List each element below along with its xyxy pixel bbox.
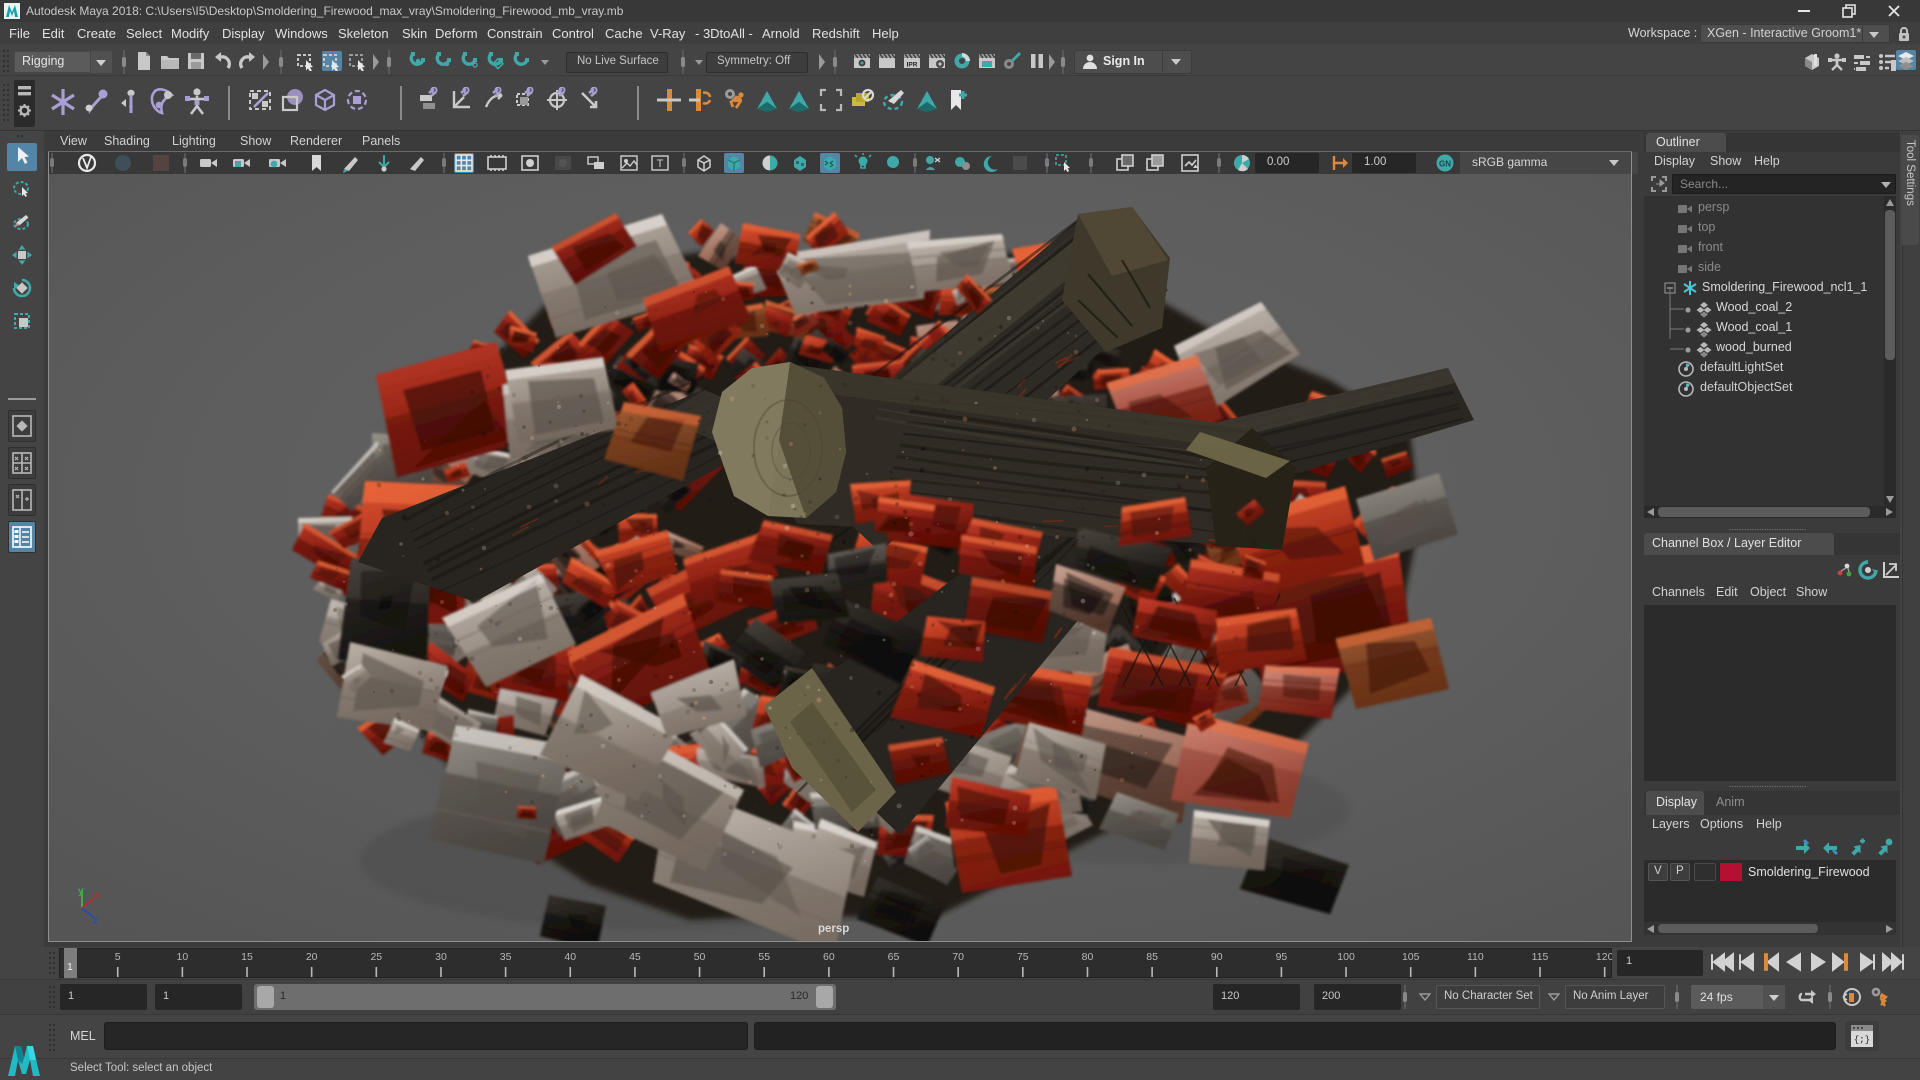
svg-text:105: 105 bbox=[1402, 951, 1420, 963]
svg-text:95: 95 bbox=[1276, 951, 1288, 963]
svg-text:T: T bbox=[657, 158, 664, 170]
svg-text:80: 80 bbox=[1082, 951, 1094, 963]
svg-text:55: 55 bbox=[758, 951, 770, 963]
svg-text:50: 50 bbox=[694, 951, 706, 963]
svg-text:y: y bbox=[78, 886, 84, 897]
svg-text:x: x bbox=[94, 890, 100, 901]
svg-text:120: 120 bbox=[1596, 951, 1612, 963]
svg-text:110: 110 bbox=[1467, 951, 1484, 963]
svg-text:35: 35 bbox=[500, 951, 512, 963]
svg-text:60: 60 bbox=[823, 951, 835, 963]
svg-text:40: 40 bbox=[564, 951, 576, 963]
svg-text:45: 45 bbox=[629, 951, 641, 963]
svg-text:65: 65 bbox=[888, 951, 900, 963]
svg-text:30: 30 bbox=[435, 951, 447, 963]
svg-text:20: 20 bbox=[306, 951, 318, 963]
svg-text:25: 25 bbox=[370, 951, 382, 963]
svg-text:15: 15 bbox=[241, 951, 253, 963]
svg-text:IPR: IPR bbox=[907, 62, 918, 69]
svg-text:z: z bbox=[93, 916, 98, 927]
svg-text:75: 75 bbox=[1017, 951, 1029, 963]
svg-text:5: 5 bbox=[115, 951, 121, 963]
svg-text:85: 85 bbox=[1146, 951, 1158, 963]
svg-text:90: 90 bbox=[1211, 951, 1223, 963]
svg-text:{;}: {;} bbox=[1854, 1035, 1870, 1045]
svg-text:10: 10 bbox=[177, 951, 189, 963]
svg-text:70: 70 bbox=[952, 951, 964, 963]
svg-text:100: 100 bbox=[1337, 951, 1355, 963]
svg-text:115: 115 bbox=[1532, 951, 1549, 963]
svg-text:GN: GN bbox=[1439, 160, 1451, 169]
